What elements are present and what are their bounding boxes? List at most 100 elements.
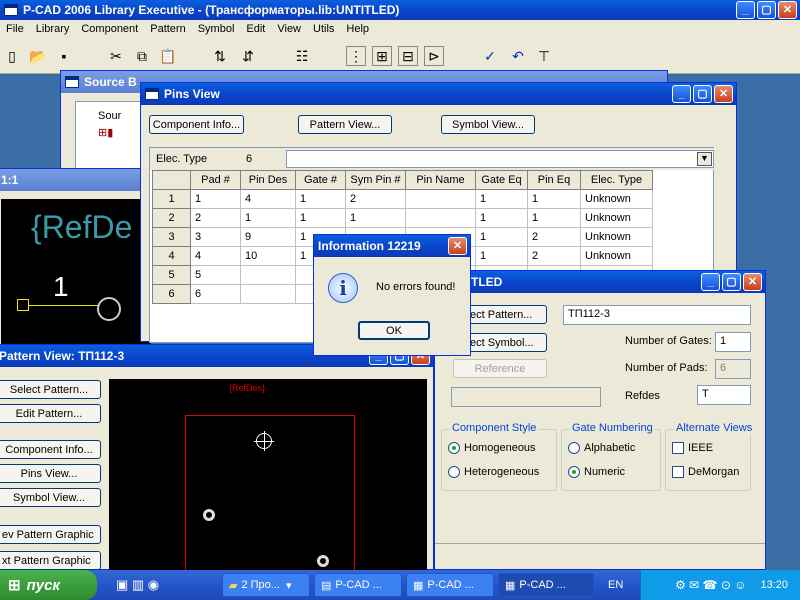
table-cell[interactable]: 9 xyxy=(240,227,296,247)
symbol-view-button[interactable]: Symbol View... xyxy=(441,115,535,134)
taskbar-item-pcad-3[interactable]: ▦ P-CAD ... xyxy=(498,573,594,597)
new-file-icon[interactable]: ▯ xyxy=(2,46,22,66)
table-cell[interactable]: Unknown xyxy=(580,246,653,266)
table-cell[interactable] xyxy=(405,189,476,209)
component-minimize-button[interactable]: _ xyxy=(701,273,720,291)
prev-pattern-graphic-button[interactable]: ev Pattern Graphic xyxy=(0,525,101,544)
main-title-bar[interactable]: P-CAD 2006 Library Executive - (Трансфор… xyxy=(0,0,800,20)
menu-component[interactable]: Component xyxy=(75,23,144,35)
main-minimize-button[interactable]: _ xyxy=(736,1,755,19)
paste-icon[interactable]: 📋 xyxy=(158,46,178,66)
edit-pattern-button[interactable]: Edit Pattern... xyxy=(0,404,101,423)
column-header[interactable]: Sym Pin # xyxy=(345,170,406,190)
undo-icon[interactable]: ↶ xyxy=(508,46,528,66)
info-title-bar[interactable]: Information 12219 ✕ xyxy=(314,235,470,257)
table-cell[interactable]: 4 xyxy=(190,246,241,266)
symbol-view-title-bar[interactable]: 1:1 xyxy=(0,169,147,191)
pins-close-button[interactable]: ✕ xyxy=(714,85,733,103)
pins-maximize-button[interactable]: ▢ xyxy=(693,85,712,103)
table-cell[interactable]: 1 xyxy=(527,208,581,228)
menu-edit[interactable]: Edit xyxy=(240,23,271,35)
menu-file[interactable]: File xyxy=(0,23,30,35)
ok-button[interactable]: OK xyxy=(358,321,430,340)
component-info-button[interactable]: Component Info... xyxy=(0,440,101,459)
select-pattern-button[interactable]: Select Pattern... xyxy=(0,380,101,399)
table-cell[interactable]: 1 xyxy=(475,189,528,209)
taskbar-item-folder[interactable]: ▰ 2 Про... ▾ xyxy=(222,573,310,597)
reference-button[interactable]: Reference xyxy=(453,359,547,378)
pattern-name-field[interactable]: ТП112-3 xyxy=(563,305,751,325)
refdes-field[interactable]: T xyxy=(697,385,751,405)
taskbar-item-pcad-2[interactable]: ▦ P-CAD ... xyxy=(406,573,494,597)
gates-field[interactable]: 1 xyxy=(715,332,751,352)
numeric-radio[interactable]: Numeric xyxy=(568,466,625,479)
pins-icon[interactable]: ⋮ xyxy=(346,46,366,66)
table-cell[interactable]: 1 xyxy=(475,208,528,228)
open-folder-icon[interactable]: 📂 xyxy=(28,46,48,66)
symbol-icon[interactable]: ⊳ xyxy=(424,46,444,66)
start-button[interactable]: ⊞ пуск xyxy=(0,570,97,600)
row-header[interactable]: 1 xyxy=(152,189,191,209)
alphabetic-radio[interactable]: Alphabetic xyxy=(568,442,635,455)
table-cell[interactable]: Unknown xyxy=(580,208,653,228)
table-cell[interactable]: 1 xyxy=(475,246,528,266)
table-cell[interactable]: 2 xyxy=(190,208,241,228)
menu-help[interactable]: Help xyxy=(340,23,375,35)
column-header[interactable]: Pin Eq xyxy=(527,170,581,190)
table-cell[interactable]: 3 xyxy=(190,227,241,247)
copy-icon[interactable]: ⧉ xyxy=(132,46,152,66)
column-header[interactable]: Pad # xyxy=(190,170,241,190)
table-cell[interactable]: Unknown xyxy=(580,227,653,247)
component-info-button[interactable]: Component Info... xyxy=(149,115,244,134)
properties-icon[interactable]: ☷ xyxy=(292,46,312,66)
row-header[interactable]: 3 xyxy=(152,227,191,247)
component-close-button[interactable]: ✕ xyxy=(743,273,762,291)
menu-view[interactable]: View xyxy=(271,23,307,35)
table-cell[interactable]: 10 xyxy=(240,246,296,266)
menu-pattern[interactable]: Pattern xyxy=(144,23,191,35)
sort-down-icon[interactable]: ⇵ xyxy=(238,46,258,66)
table-cell[interactable]: 2 xyxy=(527,246,581,266)
table-cell[interactable] xyxy=(240,265,296,285)
column-header[interactable]: Pin Des xyxy=(240,170,296,190)
symbol-view-button[interactable]: Symbol View... xyxy=(0,488,101,507)
pins-view-title-bar[interactable]: Pins View _ ▢ ✕ xyxy=(141,83,736,105)
homogeneous-radio[interactable]: Homogeneous xyxy=(448,442,536,455)
cut-icon[interactable]: ✂ xyxy=(106,46,126,66)
table-cell[interactable]: 1 xyxy=(475,227,528,247)
table-row[interactable]: 2 2 1 1 1 1 1 Unknown xyxy=(152,208,653,228)
pattern-canvas[interactable]: {RefDes} xyxy=(109,379,427,575)
demorgan-checkbox[interactable]: DeMorgan xyxy=(672,466,739,479)
table-row[interactable]: 1 1 4 1 2 1 1 Unknown xyxy=(152,189,653,209)
info-close-button[interactable]: ✕ xyxy=(448,237,467,255)
sort-up-icon[interactable]: ⇅ xyxy=(210,46,230,66)
component-maximize-button[interactable]: ▢ xyxy=(722,273,741,291)
table-cell[interactable] xyxy=(240,284,296,304)
component-title-bar[interactable]: :UNTITLED _ ▢ ✕ xyxy=(435,271,765,293)
language-indicator[interactable]: EN xyxy=(608,579,623,591)
table-cell[interactable]: 1 xyxy=(295,208,346,228)
pattern-icon[interactable]: ⊟ xyxy=(398,46,418,66)
menu-library[interactable]: Library xyxy=(30,23,76,35)
table-cell[interactable]: 1 xyxy=(295,189,346,209)
check-icon[interactable]: ✓ xyxy=(480,46,500,66)
next-pattern-graphic-button[interactable]: xt Pattern Graphic xyxy=(0,551,101,570)
table-cell[interactable]: 6 xyxy=(190,284,241,304)
taskbar-item-pcad-1[interactable]: ▤ P-CAD ... xyxy=(314,573,402,597)
row-header[interactable]: 6 xyxy=(152,284,191,304)
table-cell[interactable]: 1 xyxy=(527,189,581,209)
table-cell[interactable]: 5 xyxy=(190,265,241,285)
tray-icons[interactable]: ⚙ ✉ ☎ ⊙ ☺ xyxy=(675,578,746,592)
column-header[interactable]: Gate # xyxy=(295,170,346,190)
tree-icon[interactable]: ⊤ xyxy=(534,46,554,66)
menu-utils[interactable]: Utils xyxy=(307,23,340,35)
column-header[interactable]: Gate Eq xyxy=(475,170,528,190)
dropdown-arrow-icon[interactable]: ▼ xyxy=(697,152,712,166)
pins-minimize-button[interactable]: _ xyxy=(672,85,691,103)
pattern-view-button[interactable]: Pattern View... xyxy=(298,115,392,134)
main-maximize-button[interactable]: ▢ xyxy=(757,1,776,19)
table-cell[interactable] xyxy=(405,208,476,228)
ieee-checkbox[interactable]: IEEE xyxy=(672,442,713,455)
row-header[interactable]: 2 xyxy=(152,208,191,228)
symbol-canvas[interactable]: {RefDe 1 xyxy=(1,199,151,359)
